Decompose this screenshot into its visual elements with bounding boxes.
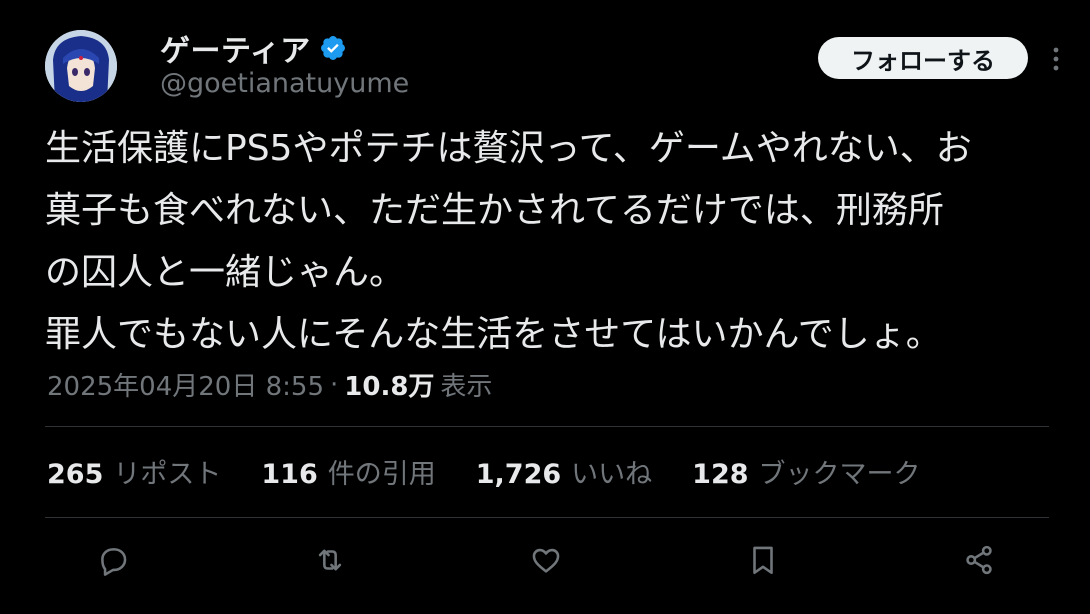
author-name-row: ゲーティア xyxy=(160,26,347,70)
bookmark-icon[interactable] xyxy=(743,540,783,580)
bookmarks-count: 128 xyxy=(692,459,749,490)
quotes-label: 件の引用 xyxy=(327,459,436,490)
tweet-timestamp[interactable]: 2025年04月20日 8:55 xyxy=(47,366,324,403)
avatar-image xyxy=(45,30,117,102)
reply-icon[interactable] xyxy=(93,540,133,580)
divider-bottom xyxy=(45,517,1049,518)
author-handle[interactable]: @goetianatuyume xyxy=(160,68,409,99)
likes-label: いいね xyxy=(571,459,653,490)
likes-stat[interactable]: 1,726 いいね xyxy=(476,452,652,491)
share-icon[interactable] xyxy=(959,540,999,580)
more-options-icon[interactable] xyxy=(1046,44,1066,74)
likes-count: 1,726 xyxy=(475,459,562,490)
quotes-stat[interactable]: 116 件の引用 xyxy=(261,452,435,491)
tweet-meta: 2025年04月20日 8:55 · 10.8万 表示 xyxy=(47,366,492,403)
follow-button[interactable]: フォローする xyxy=(818,37,1028,79)
quotes-count: 116 xyxy=(261,459,318,490)
meta-separator: · xyxy=(330,369,339,400)
views-label: 表示 xyxy=(440,372,493,402)
views-count: 10.8万 xyxy=(344,372,435,402)
engagement-stats: 265 リポスト 116 件の引用 1,726 いいね 128 ブックマーク xyxy=(47,452,921,491)
verified-badge-icon xyxy=(319,34,347,62)
bookmarks-stat[interactable]: 128 ブックマーク xyxy=(692,452,920,491)
action-bar xyxy=(0,540,1090,584)
reposts-stat[interactable]: 265 リポスト xyxy=(47,452,221,491)
bookmarks-label: ブックマーク xyxy=(758,459,921,490)
avatar[interactable] xyxy=(45,30,117,102)
repost-icon[interactable] xyxy=(310,540,350,580)
tweet-text: 生活保護にPS5やポテチは贅沢って、ゲームやれない、お 菓子も食べれない、ただ生… xyxy=(45,128,972,355)
reposts-label: リポスト xyxy=(113,459,222,490)
author-display-name[interactable]: ゲーティア xyxy=(160,26,311,70)
divider-top xyxy=(45,426,1049,427)
reposts-count: 265 xyxy=(47,459,104,490)
like-icon[interactable] xyxy=(526,540,566,580)
